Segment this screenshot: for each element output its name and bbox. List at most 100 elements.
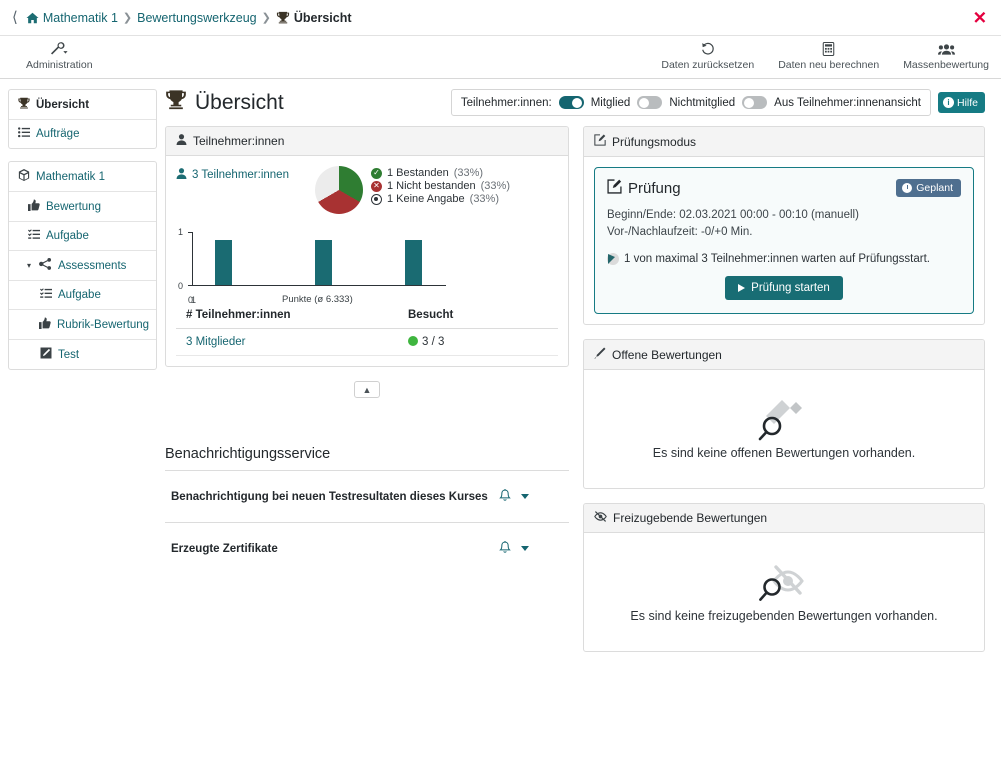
participants-panel-body: 3 Teilnehmer:innen ✓ 1 Bestanden (33%) bbox=[166, 156, 568, 366]
notification-service: Benachrichtigungsservice Benachrichtigun… bbox=[165, 446, 569, 574]
pie-graphic bbox=[315, 166, 363, 214]
chevron-down-icon[interactable] bbox=[521, 494, 529, 499]
home-icon bbox=[26, 12, 39, 24]
legend-percent: (33%) bbox=[470, 193, 499, 205]
legend-percent: (33%) bbox=[454, 167, 483, 179]
close-icon[interactable]: ✕ bbox=[973, 9, 987, 26]
list-icon bbox=[17, 127, 30, 141]
table-row[interactable]: 3 Mitglieder 3 / 3 bbox=[176, 329, 558, 356]
breadcrumb-separator: ❯ bbox=[123, 11, 132, 24]
exam-schedule: Beginn/Ende: 02.03.2021 00:00 - 00:10 (m… bbox=[607, 207, 961, 240]
chevron-up-icon: ▲ bbox=[363, 385, 372, 395]
share-nodes-icon bbox=[39, 258, 52, 273]
sidebar-item-bewertung[interactable]: Bewertung bbox=[9, 192, 156, 222]
sidebar-item-assessments[interactable]: ▾ Assessments bbox=[9, 251, 156, 281]
open-ratings-panel-header: Offene Bewertungen bbox=[584, 340, 984, 370]
status-badge-label: Geplant bbox=[916, 182, 953, 194]
visited-value: 3 / 3 bbox=[422, 336, 444, 348]
main-header: Übersicht Teilnehmer:innen: Mitglied Nic… bbox=[165, 89, 985, 116]
start-exam-label: Prüfung starten bbox=[751, 282, 830, 294]
page-body: Übersicht Aufträge Mathematik 1 bbox=[0, 79, 1001, 763]
participants-panel: Teilnehmer:innen 3 Teilnehmer:innen bbox=[165, 126, 569, 367]
breadcrumb-label: Übersicht bbox=[294, 11, 352, 25]
chevron-down-icon[interactable]: ▾ bbox=[27, 261, 31, 270]
participants-panel-title: Teilnehmer:innen bbox=[193, 134, 284, 148]
breadcrumb-item-course[interactable]: Mathematik 1 bbox=[26, 11, 118, 25]
administration-button[interactable]: Administration bbox=[14, 40, 105, 74]
header-controls: Teilnehmer:innen: Mitglied Nichtmitglied… bbox=[451, 89, 985, 116]
exam-card-header: Prüfung Geplant bbox=[607, 179, 961, 198]
reset-data-button[interactable]: Daten zurücksetzen bbox=[649, 36, 766, 78]
trophy-icon bbox=[165, 89, 187, 116]
toggle-aus-teilnehmeransicht[interactable] bbox=[742, 96, 767, 109]
participants-count[interactable]: 3 Teilnehmer:innen bbox=[176, 166, 289, 182]
bell-icon[interactable] bbox=[499, 541, 511, 557]
legend-label: 1 Keine Angabe bbox=[387, 193, 465, 205]
eye-slash-icon bbox=[594, 511, 607, 525]
sidebar-item-label: Test bbox=[58, 349, 79, 361]
sidebar-item-rubrik-bewertung[interactable]: Rubrik-Bewertung bbox=[9, 310, 156, 340]
start-exam-button[interactable]: Prüfung starten bbox=[725, 276, 843, 300]
points-bar-chart: 1 0 0 1 Punkte (ø 6.333) bbox=[186, 232, 446, 294]
exam-card-title-label: Prüfung bbox=[628, 180, 681, 197]
release-ratings-panel-header: Freizugebende Bewertungen bbox=[584, 504, 984, 533]
tasks-icon bbox=[39, 288, 52, 302]
toggle-mitglied[interactable] bbox=[559, 96, 584, 109]
breadcrumb-item-tool[interactable]: Bewertungswerkzeug bbox=[137, 11, 257, 25]
help-button-label: Hilfe bbox=[957, 97, 978, 109]
legend-item-nicht-bestanden: ✕ 1 Nicht bestanden (33%) bbox=[371, 180, 510, 192]
sidebar-item-uebersicht[interactable]: Übersicht bbox=[9, 90, 156, 120]
participants-table: # Teilnehmer:innen Besucht 3 Mitglieder … bbox=[176, 302, 558, 356]
dot-circle-icon bbox=[371, 194, 382, 205]
clock-icon bbox=[902, 183, 912, 193]
administration-label: Administration bbox=[26, 59, 93, 71]
x-axis-caption: Punkte (ø 6.333) bbox=[282, 294, 353, 305]
exam-card-title: Prüfung bbox=[607, 179, 681, 198]
y-tick-min: 0 bbox=[178, 281, 183, 291]
legend-item-bestanden: ✓ 1 Bestanden (33%) bbox=[371, 167, 510, 179]
toolbar-right-group: Daten zurücksetzen Daten neu berechnen bbox=[649, 36, 1001, 78]
collapse-panel-button[interactable]: ▲ bbox=[354, 381, 380, 398]
status-pie-chart: ✓ 1 Bestanden (33%) ✕ 1 Nicht bestanden … bbox=[315, 166, 510, 214]
calculator-icon bbox=[822, 42, 835, 58]
sidebar-item-aufgabe[interactable]: Aufgabe bbox=[9, 222, 156, 251]
bar bbox=[405, 240, 422, 285]
sidebar-item-test[interactable]: Test bbox=[9, 340, 156, 369]
exam-mode-panel-title: Prüfungsmodus bbox=[612, 135, 696, 149]
participant-filter-label: Teilnehmer:innen: bbox=[461, 97, 552, 109]
back-chevron-icon[interactable]: ⟨ bbox=[8, 10, 26, 25]
help-button[interactable]: i Hilfe bbox=[938, 92, 985, 113]
bulk-grading-label: Massenbewertung bbox=[903, 59, 989, 71]
bulk-grading-button[interactable]: Massenbewertung bbox=[891, 36, 1001, 78]
bell-icon[interactable] bbox=[499, 489, 511, 505]
edit-square-icon bbox=[39, 347, 52, 362]
page-title: Übersicht bbox=[165, 89, 284, 116]
participants-summary-row: 3 Teilnehmer:innen ✓ 1 Bestanden (33%) bbox=[176, 166, 558, 214]
recalculate-data-button[interactable]: Daten neu berechnen bbox=[766, 36, 891, 78]
breadcrumb-label: Mathematik 1 bbox=[43, 11, 118, 25]
cell-member-count[interactable]: 3 Mitglieder bbox=[176, 329, 398, 356]
exam-waiting-row: 1 von maximal 3 Teilnehmer:innen warten … bbox=[607, 253, 961, 265]
column-header-participants: # Teilnehmer:innen bbox=[176, 302, 398, 329]
sidebar-group-main: Übersicht Aufträge bbox=[8, 89, 157, 149]
sidebar-item-auftraege[interactable]: Aufträge bbox=[9, 120, 156, 148]
cube-icon bbox=[17, 169, 30, 184]
notification-controls bbox=[499, 541, 565, 557]
play-icon bbox=[738, 284, 745, 292]
user-icon bbox=[176, 168, 187, 182]
notification-service-title: Benachrichtigungsservice bbox=[165, 446, 569, 470]
collapse-row: ▲ bbox=[165, 381, 569, 398]
pie-legend: ✓ 1 Bestanden (33%) ✕ 1 Nicht bestanden … bbox=[371, 166, 510, 205]
trophy-icon bbox=[17, 97, 30, 112]
tasks-icon bbox=[27, 229, 40, 243]
sidebar-item-mathematik-1[interactable]: Mathematik 1 bbox=[9, 162, 156, 192]
bar bbox=[315, 240, 332, 285]
notification-label: Benachrichtigung bei neuen Testresultate… bbox=[171, 491, 488, 503]
legend-percent: (33%) bbox=[481, 180, 510, 192]
toggle-nichtmitglied[interactable] bbox=[637, 96, 662, 109]
legend-label: 1 Nicht bestanden bbox=[387, 180, 476, 192]
trophy-icon bbox=[276, 11, 290, 24]
sidebar-item-assessments-aufgabe[interactable]: Aufgabe bbox=[9, 281, 156, 310]
chevron-down-icon[interactable] bbox=[521, 546, 529, 551]
breadcrumb-separator: ❯ bbox=[262, 11, 271, 24]
